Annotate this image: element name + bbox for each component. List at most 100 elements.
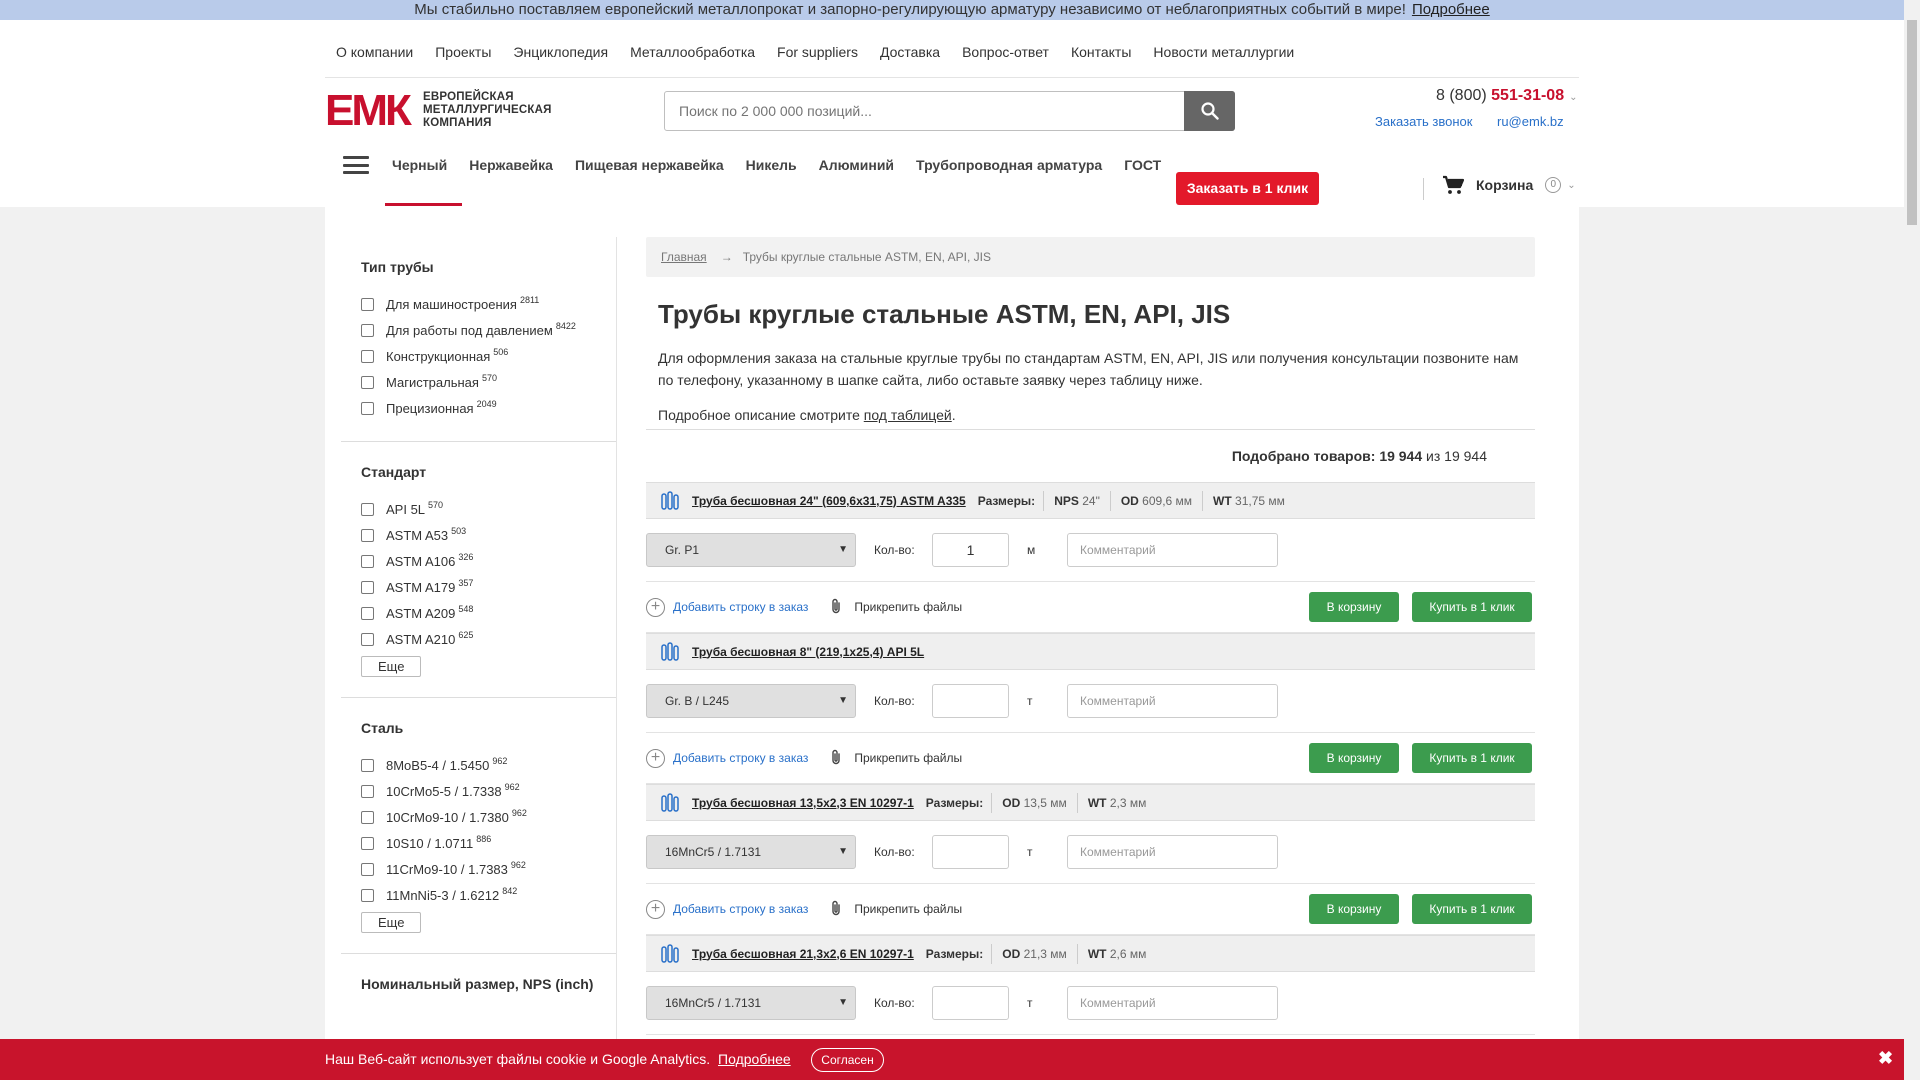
topnav-item[interactable]: Проекты [424,42,502,72]
category-item[interactable]: Алюминий [808,150,905,180]
filter-checkbox[interactable] [361,323,374,337]
phone-number[interactable]: 8 (800) 551-31-08 ⌄ [1436,87,1578,105]
filter-checkbox[interactable] [361,401,374,415]
add-row-button[interactable]: + Добавить строку в заказ [646,899,808,919]
quantity-input[interactable] [932,986,1009,1020]
add-to-cart-button[interactable]: В корзину [1309,894,1399,924]
filter-checkbox[interactable] [361,528,374,542]
product-name-link[interactable]: Труба бесшовная 24" (609,6x31,75) ASTM A… [692,494,966,508]
attach-files-button[interactable]: Прикрепить файлы [830,900,962,919]
attach-files-button[interactable]: Прикрепить файлы [830,749,962,768]
add-row-button[interactable]: + Добавить строку в заказ [646,748,808,768]
phone-main: 551-31-08 [1491,87,1565,104]
add-row-button[interactable]: + Добавить строку в заказ [646,597,808,617]
grade-select[interactable]: Gr. B / L245 ▼ [646,684,856,718]
dimension-name: NPS [1054,493,1079,508]
order-one-click-button[interactable]: Заказать в 1 клик [1176,172,1319,205]
category-item[interactable]: Пищевая нержавейка [564,150,735,180]
menu-icon[interactable] [343,156,369,174]
buy-one-click-button[interactable]: Купить в 1 клик [1412,894,1532,924]
filter-option[interactable]: 10S10 / 1.0711 886 [361,830,596,856]
filter-option[interactable]: Магистральная 570 [361,369,596,395]
show-more-button[interactable]: Еще [361,656,422,677]
topnav-item[interactable]: Вопрос-ответ [951,42,1060,72]
filter-option[interactable]: 10CrMo9-10 / 1.7380 962 [361,804,596,830]
topnav-item[interactable]: Новости металлургии [1142,42,1305,72]
filter-checkbox[interactable] [361,349,374,363]
show-more-button[interactable]: Еще [361,912,422,933]
product-name-link[interactable]: Труба бесшовная 21,3x2,6 EN 10297-1 [692,947,914,961]
filter-option[interactable]: Для работы под давлением 8422 [361,317,596,343]
quantity-input[interactable] [932,835,1009,869]
comment-input[interactable]: Комментарий [1067,986,1278,1020]
topnav-item[interactable]: For suppliers [766,42,869,72]
category-item[interactable]: Нержавейка [458,150,564,180]
buy-one-click-button[interactable]: Купить в 1 клик [1412,743,1532,773]
filter-checkbox[interactable] [361,502,374,516]
logo[interactable]: ЕМК ЕВРОПЕЙСКАЯ МЕТАЛЛУРГИЧЕСКАЯ КОМПАНИ… [325,89,570,133]
grade-select[interactable]: 16MnCr5 / 1.7131 ▼ [646,986,856,1020]
filter-option[interactable]: ASTM A53 503 [361,522,596,548]
filter-option[interactable]: Прецизионная 2049 [361,395,596,421]
callback-link[interactable]: Заказать звонок [1375,114,1472,129]
search-input[interactable] [665,92,1165,130]
product-name-link[interactable]: Труба бесшовная 13,5x2,3 EN 10297-1 [692,796,914,810]
grade-select[interactable]: 16MnCr5 / 1.7131 ▼ [646,835,856,869]
filter-checkbox[interactable] [361,810,374,824]
buy-one-click-button[interactable]: Купить в 1 клик [1412,592,1532,622]
category-item[interactable]: Черный [381,150,458,180]
filter-checkbox[interactable] [361,375,374,389]
add-to-cart-button[interactable]: В корзину [1309,592,1399,622]
filter-checkbox[interactable] [361,862,374,876]
grade-select[interactable]: Gr. P1 ▼ [646,533,856,567]
filter-option[interactable]: API 5L 570 [361,496,596,522]
filter-option[interactable]: 11MnNi5-3 / 1.6212 842 [361,882,596,908]
topnav-item[interactable]: Контакты [1060,42,1142,72]
filter-checkbox[interactable] [361,836,374,850]
topnav-item[interactable]: О компании [325,42,424,72]
filter-option[interactable]: ASTM A106 326 [361,548,596,574]
comment-input[interactable]: Комментарий [1067,835,1278,869]
below-table-link[interactable]: под таблицей [864,407,952,423]
scrollbar[interactable] [1904,0,1920,1080]
topnav-item[interactable]: Энциклопедия [502,42,619,72]
filter-checkbox[interactable] [361,297,374,311]
filter-option[interactable]: ASTM A179 357 [361,574,596,600]
comment-input[interactable]: Комментарий [1067,533,1278,567]
close-icon[interactable]: ✖ [1878,1048,1893,1069]
filter-checkbox[interactable] [361,606,374,620]
filter-checkbox[interactable] [361,554,374,568]
cart-button[interactable]: Корзина 0 ⌄ [1442,175,1576,195]
filter-checkbox[interactable] [361,888,374,902]
category-item[interactable]: Никель [735,150,808,180]
filter-option[interactable]: 8MoB5-4 / 1.5450 962 [361,752,596,778]
cookie-agree-button[interactable]: Согласен [811,1048,884,1072]
category-item[interactable]: ГОСТ [1113,150,1172,180]
filter-option[interactable]: 11CrMo9-10 / 1.7383 962 [361,856,596,882]
filter-checkbox[interactable] [361,580,374,594]
category-item[interactable]: Трубопроводная арматура [905,150,1113,180]
banner-more-link[interactable]: Подробнее [1412,1,1490,18]
filter-option[interactable]: ASTM A209 548 [361,600,596,626]
add-to-cart-button[interactable]: В корзину [1309,743,1399,773]
filter-option[interactable]: Для машиностроения 2811 [361,291,596,317]
email-link[interactable]: ru@emk.bz [1497,114,1564,129]
comment-input[interactable]: Комментарий [1067,684,1278,718]
search-button[interactable] [1184,91,1235,131]
scrollbar-thumb[interactable] [1907,20,1917,225]
quantity-input[interactable]: 1 [932,533,1009,567]
cookie-more-link[interactable]: Подробнее [718,1051,791,1067]
filter-checkbox[interactable] [361,758,374,772]
filter-option[interactable]: ASTM A210 625 [361,626,596,652]
quantity-input[interactable] [932,684,1009,718]
product-name-link[interactable]: Труба бесшовная 8" (219,1x25,4) API 5L [692,645,924,659]
filter-option[interactable]: Конструкционная 506 [361,343,596,369]
paperclip-icon [830,598,842,617]
topnav-item[interactable]: Металлообработка [619,42,766,72]
filter-checkbox[interactable] [361,784,374,798]
filter-checkbox[interactable] [361,632,374,646]
attach-files-button[interactable]: Прикрепить файлы [830,598,962,617]
topnav-item[interactable]: Доставка [869,42,951,72]
breadcrumb-home[interactable]: Главная [661,250,707,264]
filter-option[interactable]: 10CrMo5-5 / 1.7338 962 [361,778,596,804]
